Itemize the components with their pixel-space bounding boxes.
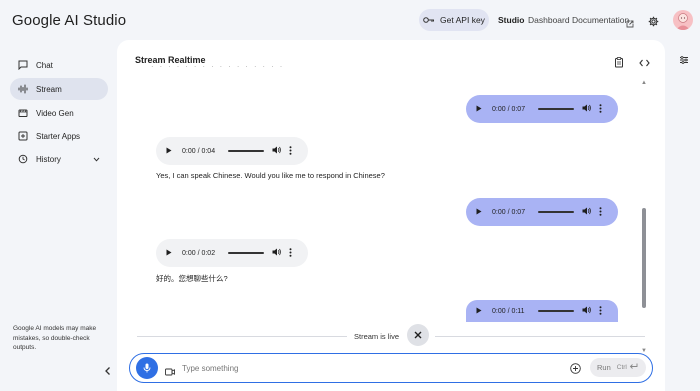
divider: [435, 336, 645, 337]
audio-progress-track[interactable]: [538, 108, 574, 110]
divider: [137, 336, 347, 337]
sidebar-item-label: Video Gen: [36, 108, 74, 118]
sidebar-item-starter-apps[interactable]: Starter Apps: [10, 125, 108, 147]
waveform-icon: [18, 84, 28, 94]
more-options-icon[interactable]: [289, 247, 292, 259]
key-icon: [423, 16, 435, 24]
scrollbar-thumb[interactable]: [642, 208, 646, 308]
code-icon[interactable]: [639, 55, 650, 73]
truncated-message: · · · · · · · · · · · · · · · ·: [151, 66, 381, 74]
stream-status-label: Stream is live: [354, 332, 400, 341]
sidebar-item-label: Chat: [36, 60, 53, 70]
prompt-input[interactable]: [182, 361, 562, 375]
page-title: Stream Realtime: [135, 55, 206, 65]
audio-progress-track[interactable]: [228, 252, 264, 254]
gear-icon[interactable]: [648, 14, 659, 32]
avatar[interactable]: [673, 10, 693, 30]
user-audio-message[interactable]: 0:00 / 0:07: [466, 95, 618, 123]
volume-icon[interactable]: [582, 306, 591, 316]
audio-progress-track[interactable]: [538, 211, 574, 213]
history-icon: [18, 154, 28, 164]
external-link-icon: [626, 15, 634, 33]
model-audio-message[interactable]: 0:00 / 0:04: [156, 137, 308, 165]
more-options-icon[interactable]: [599, 206, 602, 218]
user-audio-message[interactable]: 0:00 / 0:07: [466, 198, 618, 226]
play-icon[interactable]: [476, 208, 488, 217]
app-logo[interactable]: Google AI Studio: [12, 12, 126, 29]
volume-icon[interactable]: [582, 207, 591, 217]
prompt-bar: Run Ctrl: [129, 353, 653, 383]
sidebar-item-label: Starter Apps: [36, 131, 81, 141]
audio-time: 0:00 / 0:04: [182, 147, 216, 155]
sidebar-item-label: Stream: [36, 84, 62, 94]
sidebar-item-history[interactable]: History: [10, 148, 108, 170]
scroll-up-arrow[interactable]: ▲: [641, 80, 647, 86]
top-header: Google AI Studio Get API key Studio Dash…: [0, 0, 700, 40]
sidebar-item-chat[interactable]: Chat: [10, 54, 108, 76]
get-api-key-label: Get API key: [440, 15, 485, 25]
tune-settings-icon[interactable]: [679, 52, 689, 70]
play-icon[interactable]: [166, 147, 178, 156]
audio-progress-track[interactable]: [228, 150, 264, 152]
scrollbar[interactable]: ▲ ▼: [640, 80, 648, 356]
stop-stream-button[interactable]: [407, 324, 429, 346]
stream-panel: Stream Realtime · · · · · · · · · · · · …: [117, 40, 665, 391]
collapse-sidebar-icon[interactable]: [101, 364, 115, 378]
audio-time: 0:00 / 0:11: [492, 307, 525, 315]
play-icon[interactable]: [476, 105, 488, 114]
nav-studio[interactable]: Studio: [498, 15, 524, 25]
audio-time: 0:00 / 0:07: [492, 105, 526, 113]
audio-time: 0:00 / 0:02: [182, 249, 216, 257]
audio-progress-track[interactable]: [538, 310, 574, 312]
shortcut-label: Ctrl: [616, 364, 627, 371]
play-icon[interactable]: [166, 249, 178, 258]
run-shortcut: Ctrl: [617, 363, 638, 372]
more-options-icon[interactable]: [599, 103, 602, 115]
apps-icon: [18, 131, 28, 141]
run-button[interactable]: Run Ctrl: [590, 358, 646, 377]
sidebar-item-video-gen[interactable]: Video Gen: [10, 102, 108, 124]
nav-dashboard[interactable]: Dashboard: [528, 15, 570, 25]
chevron-down-icon[interactable]: [93, 155, 100, 164]
nav-documentation[interactable]: Documentation: [572, 15, 629, 25]
model-message-text: Yes, I can speak Chinese. Would you like…: [156, 171, 385, 180]
volume-icon[interactable]: [272, 146, 281, 156]
camera-icon[interactable]: [165, 363, 175, 381]
sidebar-item-stream[interactable]: Stream: [10, 78, 108, 100]
run-label: Run: [597, 363, 611, 372]
sidebar-item-label: History: [36, 154, 61, 164]
audio-time: 0:00 / 0:07: [492, 208, 526, 216]
enter-icon: [629, 363, 638, 372]
play-icon[interactable]: [476, 307, 488, 316]
model-message-text: 好的。您想聊些什么?: [156, 274, 228, 283]
volume-icon[interactable]: [272, 248, 281, 258]
video-icon: [18, 108, 28, 118]
add-icon[interactable]: [570, 361, 581, 379]
microphone-icon: [143, 363, 151, 373]
user-audio-message[interactable]: 0:00 / 0:11: [466, 300, 618, 322]
get-api-key-button[interactable]: Get API key: [419, 9, 489, 31]
model-audio-message[interactable]: 0:00 / 0:02: [156, 239, 308, 267]
clipboard-icon[interactable]: [614, 55, 624, 73]
chat-icon: [18, 60, 28, 70]
close-icon: [414, 331, 422, 339]
volume-icon[interactable]: [582, 104, 591, 114]
disclaimer-text: Google AI models may make mistakes, so d…: [13, 325, 97, 351]
more-options-icon[interactable]: [599, 305, 602, 317]
microphone-button[interactable]: [136, 357, 158, 379]
more-options-icon[interactable]: [289, 145, 292, 157]
